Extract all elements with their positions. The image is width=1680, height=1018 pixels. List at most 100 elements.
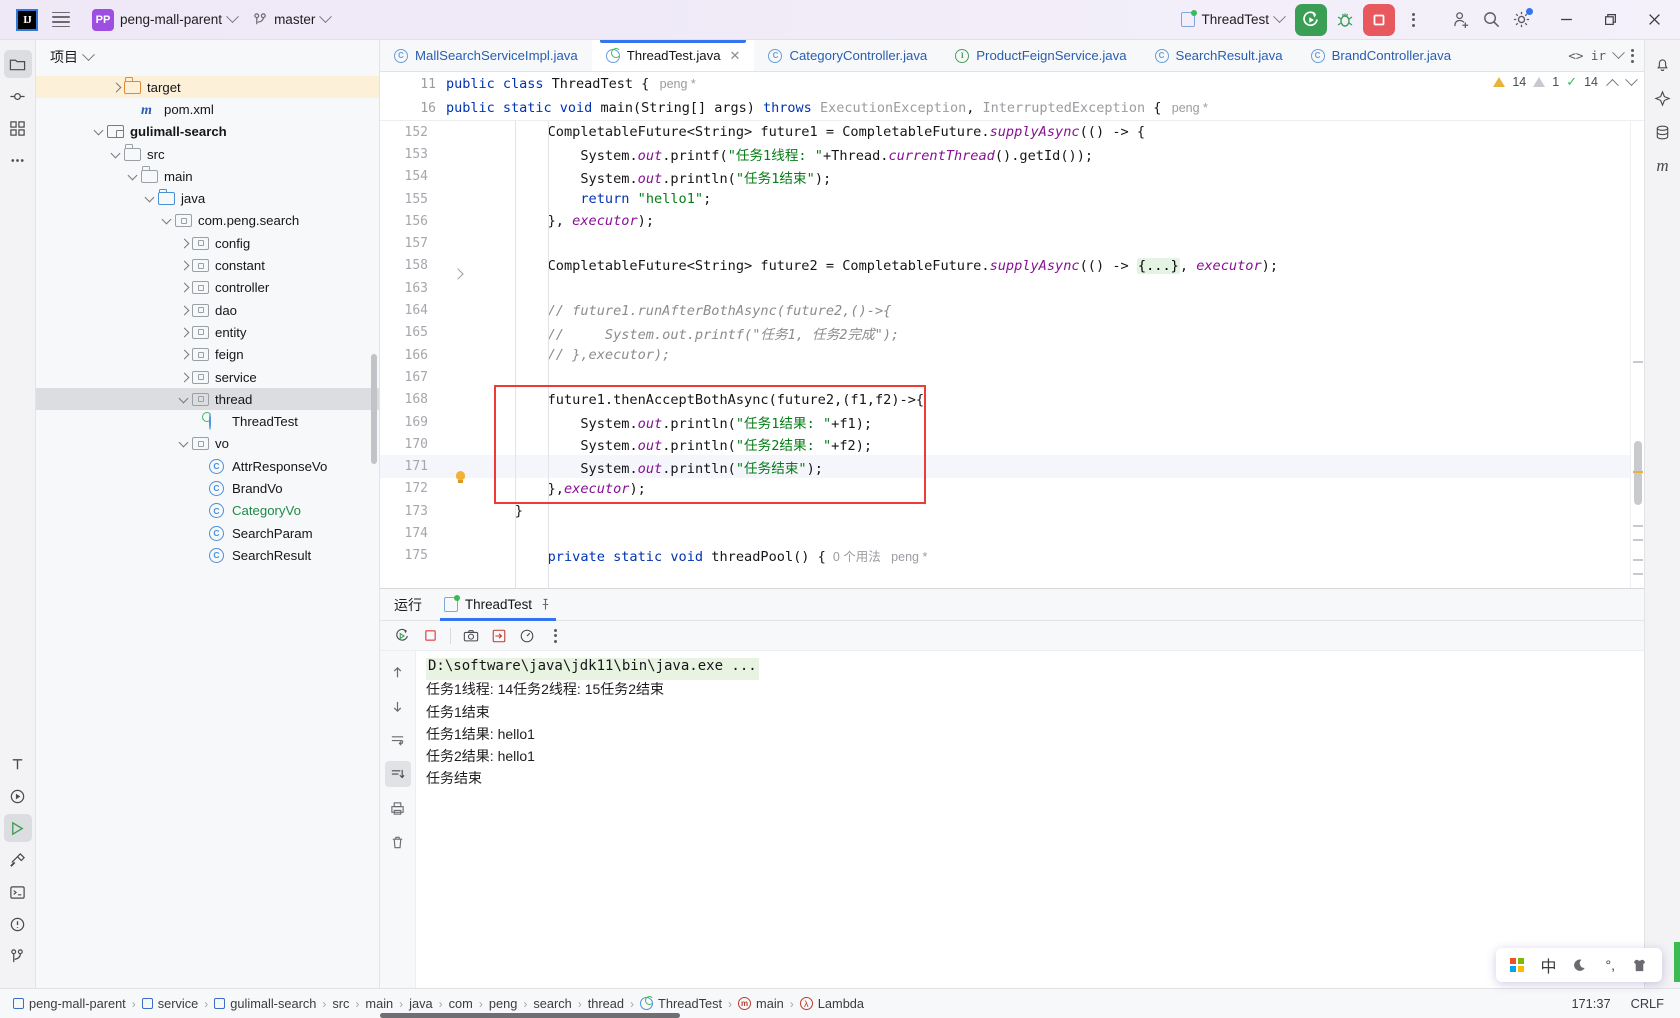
marker-warning[interactable]	[1633, 471, 1643, 473]
scroll-down-button[interactable]	[385, 693, 411, 719]
editor-tab-brandcontroller-java[interactable]: C BrandController.java	[1297, 40, 1466, 71]
line-separator[interactable]: CRLF	[1631, 996, 1664, 1011]
sidebar-item-build[interactable]	[4, 846, 32, 874]
maximize-button[interactable]	[1588, 0, 1632, 40]
tree-node-gulimall-search[interactable]: gulimall-search	[36, 121, 379, 143]
ime-mode-label[interactable]: 中	[1540, 953, 1556, 977]
project-tree-scrollbar[interactable]	[371, 354, 377, 464]
editor-tab-threadtest-java[interactable]: ThreadTest.java ✕	[591, 40, 755, 71]
pin-icon[interactable]	[539, 598, 552, 611]
code-line[interactable]: 155 return "hello1";	[380, 188, 1630, 210]
profiler-button[interactable]	[515, 624, 539, 648]
code-line[interactable]: 154 System.out.println("任务1结束");	[380, 166, 1630, 188]
line-number[interactable]: 173	[380, 504, 436, 519]
chevron-down-icon[interactable]	[1625, 72, 1638, 86]
breadcrumb-item-search[interactable]: search	[530, 994, 574, 1013]
code-line[interactable]: 175 private static void threadPool() { 0 …	[380, 545, 1630, 567]
marker-info[interactable]	[1633, 559, 1643, 561]
line-number[interactable]: 170	[380, 437, 436, 452]
code-line[interactable]: 173}	[380, 500, 1630, 522]
sidebar-item-more[interactable]	[4, 146, 32, 174]
breadcrumb-item-java[interactable]: java	[406, 994, 435, 1013]
sidebar-item-commit[interactable]	[4, 82, 32, 110]
chevron-right-icon[interactable]	[178, 303, 192, 317]
breadcrumb-item-main[interactable]: m main	[735, 994, 787, 1013]
chevron-down-icon[interactable]	[1612, 46, 1625, 60]
sidebar-item-git[interactable]	[4, 942, 32, 970]
line-number[interactable]: 152	[380, 125, 436, 140]
code-line[interactable]: 153 System.out.printf("任务1线程: "+Thread.c…	[380, 143, 1630, 165]
database-button[interactable]	[1649, 118, 1677, 146]
tree-node-dao[interactable]: dao	[36, 299, 379, 321]
chevron-right-icon[interactable]	[178, 236, 192, 250]
main-menu-button[interactable]	[48, 7, 74, 33]
tree-node-main[interactable]: main	[36, 165, 379, 187]
code-line[interactable]: 174	[380, 522, 1630, 544]
breadcrumb-item-service[interactable]: service	[139, 994, 202, 1013]
editor-tab-productfeignservice-java[interactable]: I ProductFeignService.java	[941, 40, 1140, 71]
run-configuration-selector[interactable]: ThreadTest	[1173, 8, 1292, 31]
code-line[interactable]: 171 System.out.println("任务结束");	[380, 455, 1630, 483]
tree-node-service[interactable]: service	[36, 366, 379, 388]
chevron-right-icon[interactable]	[178, 370, 192, 384]
breadcrumb-item-src[interactable]: src	[329, 994, 352, 1013]
branch-selector[interactable]: master	[245, 8, 338, 31]
ime-language-bar[interactable]: 中 °,	[1496, 948, 1662, 982]
tree-node-com-peng-search[interactable]: com.peng.search	[36, 210, 379, 232]
chevron-down-icon[interactable]	[110, 147, 124, 161]
sidebar-item-todo[interactable]	[4, 750, 32, 778]
chevron-down-icon[interactable]	[178, 392, 192, 406]
line-number[interactable]: 156	[380, 214, 436, 229]
chevron-right-icon[interactable]	[178, 259, 192, 273]
code-line[interactable]: 170 System.out.println("任务2结果: "+f2);	[380, 433, 1630, 455]
project-selector[interactable]: PP peng-mall-parent	[84, 5, 245, 35]
line-number[interactable]: 165	[380, 325, 436, 340]
chevron-right-icon[interactable]	[178, 281, 192, 295]
code-line[interactable]: 163	[380, 277, 1630, 299]
tree-node-searchresult[interactable]: C SearchResult	[36, 544, 379, 566]
line-number[interactable]: 166	[380, 348, 436, 363]
line-number[interactable]: 168	[380, 392, 436, 407]
ime-punctuation-icon[interactable]: °,	[1606, 957, 1616, 973]
caret-position[interactable]: 171:37	[1571, 996, 1610, 1011]
sidebar-item-terminal[interactable]	[4, 878, 32, 906]
search-everywhere-button[interactable]	[1476, 5, 1506, 35]
code-line[interactable]: 157	[380, 232, 1630, 254]
code-line[interactable]: 166 // },executor);	[380, 344, 1630, 366]
marker-info[interactable]	[1633, 525, 1643, 527]
console-output[interactable]: D:\software\java\jdk11\bin\java.exe ... 任…	[416, 651, 1644, 988]
editor-scrollbar-thumb[interactable]	[1634, 441, 1642, 505]
chevron-right-icon[interactable]	[178, 348, 192, 362]
run-button[interactable]	[1295, 3, 1327, 36]
tree-node-categoryvo[interactable]: C CategoryVo	[36, 500, 379, 522]
tree-node-searchparam[interactable]: C SearchParam	[36, 522, 379, 544]
editor-tab-mallsearchserviceimpl-java[interactable]: C MallSearchServiceImpl.java	[380, 40, 592, 71]
code-lines[interactable]: 152 CompletableFuture<String> future1 = C…	[380, 121, 1630, 588]
chevron-right-icon[interactable]	[178, 325, 192, 339]
chevron-up-icon[interactable]	[1606, 78, 1619, 92]
tree-node-controller[interactable]: controller	[36, 277, 379, 299]
more-button[interactable]	[543, 624, 567, 648]
breadcrumb-item-lambda[interactable]: λ Lambda	[797, 994, 867, 1013]
breadcrumb-item-main[interactable]: main	[362, 994, 396, 1013]
chevron-down-icon[interactable]	[127, 169, 141, 183]
horizontal-scrollbar[interactable]	[380, 1013, 680, 1018]
line-number[interactable]: 163	[380, 281, 436, 296]
minimize-button[interactable]	[1544, 0, 1588, 40]
line-number[interactable]: 174	[380, 526, 436, 541]
breadcrumb-item-peng-mall-parent[interactable]: peng-mall-parent	[10, 994, 129, 1013]
print-button[interactable]	[385, 795, 411, 821]
sidebar-item-services[interactable]	[4, 782, 32, 810]
tree-node-threadtest[interactable]: ThreadTest	[36, 410, 379, 432]
tree-node-vo[interactable]: vo	[36, 433, 379, 455]
scroll-up-button[interactable]	[385, 659, 411, 685]
code-line[interactable]: 164 // future1.runAfterBothAsync(future2,…	[380, 299, 1630, 321]
breadcrumb-item-threadtest[interactable]: ThreadTest	[637, 994, 725, 1013]
inspection-widget[interactable]: 14 1 ✓ 14	[1493, 72, 1638, 92]
sidebar-item-structure[interactable]	[4, 114, 32, 142]
export-button[interactable]	[487, 624, 511, 648]
debug-button[interactable]	[1330, 5, 1360, 35]
editor-code-area[interactable]: 152 CompletableFuture<String> future1 = C…	[380, 121, 1644, 588]
line-number[interactable]: 175	[380, 548, 436, 563]
line-number[interactable]: 172	[380, 481, 436, 496]
